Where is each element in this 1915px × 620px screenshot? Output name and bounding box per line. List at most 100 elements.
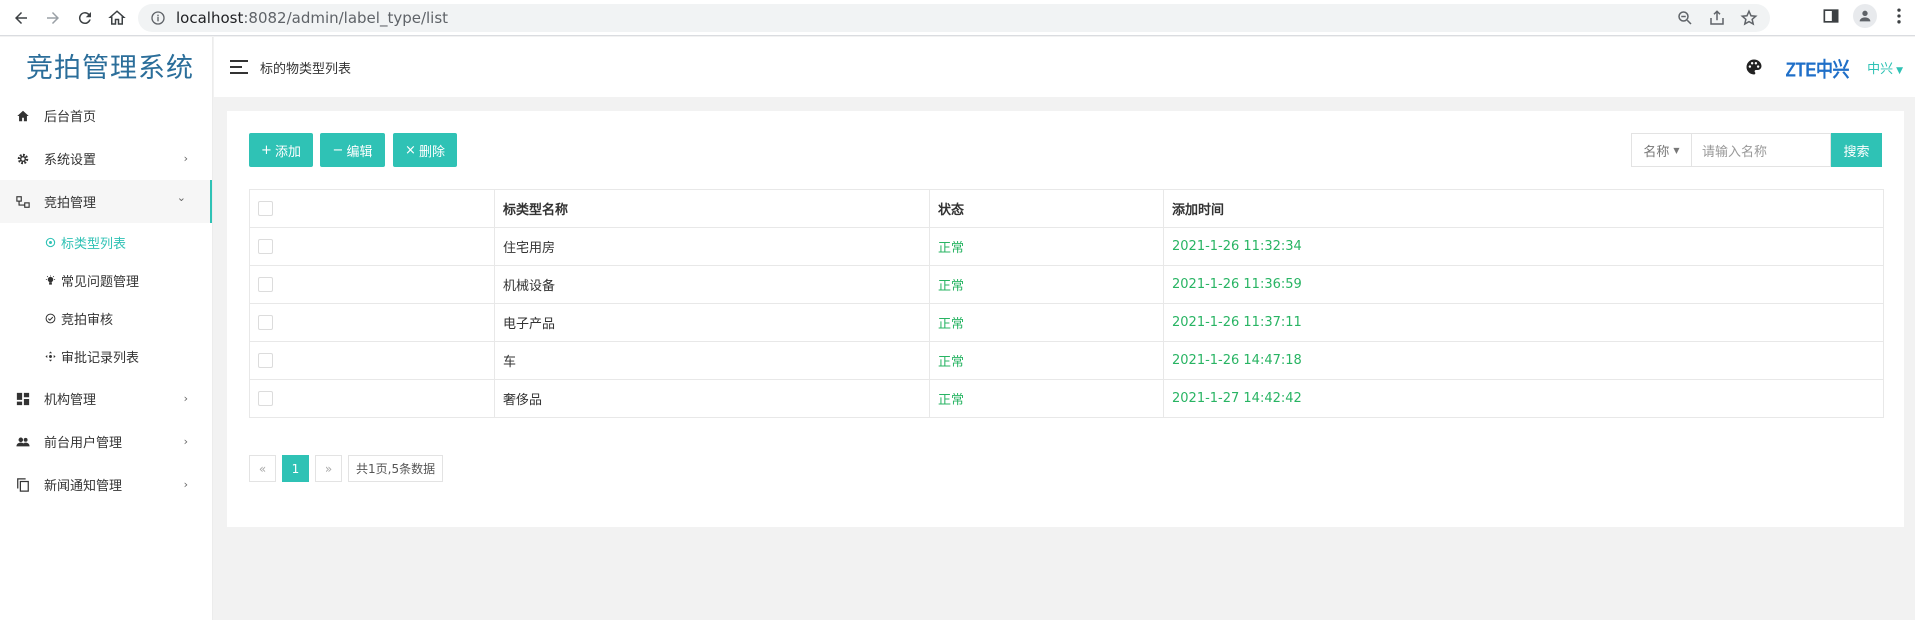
checkbox-cell: [249, 303, 495, 342]
users-icon: [16, 435, 30, 449]
column-header-name[interactable]: 标类型名称: [494, 189, 930, 228]
header-bar: 标的物类型列表 ZTE中兴 中兴 ▼: [214, 37, 1915, 97]
sidebar-subitem-label: 标类型列表: [61, 236, 127, 252]
zoom-icon[interactable]: [1676, 9, 1694, 27]
close-icon: ×: [405, 142, 416, 158]
sidebar-item-system-settings[interactable]: 系统设置 ›: [0, 137, 212, 180]
name-cell: 机械设备: [494, 265, 930, 304]
sidebar-subitem-label: 常见问题管理: [61, 274, 140, 290]
home-outline-icon: [108, 9, 126, 25]
sidebar-item-home[interactable]: 后台首页: [0, 94, 212, 137]
status-cell: 正常: [929, 265, 1164, 304]
chevron-right-icon: ›: [183, 152, 188, 165]
checkbox-cell: [249, 379, 495, 418]
search-input[interactable]: 请输入名称: [1691, 133, 1831, 167]
chevron-right-icon: ›: [183, 392, 188, 405]
app-logo[interactable]: 竞拍管理系统: [0, 37, 212, 94]
menu-toggle-icon[interactable]: [230, 60, 248, 74]
time-cell: 2021-1-26 11:36:59: [1163, 265, 1884, 304]
add-button[interactable]: + 添加: [249, 133, 313, 167]
checkbox-cell: [249, 265, 495, 304]
name-cell: 车: [494, 341, 930, 380]
star-icon[interactable]: [1740, 9, 1758, 27]
table-row[interactable]: 机械设备 正常 2021-1-26 11:36:59: [249, 265, 1884, 304]
search-field-select[interactable]: 名称 ▼: [1631, 133, 1691, 167]
sidebar-item-label: 前台用户管理: [44, 436, 123, 451]
back-button[interactable]: [6, 3, 36, 33]
time-cell: 2021-1-26 11:37:11: [1163, 303, 1884, 342]
column-header-time[interactable]: 添加时间: [1163, 189, 1884, 228]
chevron-right-icon: ›: [183, 478, 188, 491]
sidebar-subitem-auction-review[interactable]: 竞拍审核: [0, 299, 212, 337]
share-icon[interactable]: [1708, 9, 1726, 27]
row-checkbox[interactable]: [258, 391, 273, 406]
brand-logo: ZTE中兴: [1785, 58, 1850, 81]
search-button[interactable]: 搜索: [1831, 133, 1882, 167]
sidebar: 竞拍管理系统 后台首页 系统设置 › 竞拍管理 ⌄ 标类型列表 常见问题管理 竞…: [0, 37, 213, 620]
sidebar-subitem-label: 竞拍审核: [61, 312, 114, 328]
delete-button[interactable]: × 删除: [393, 133, 457, 167]
pagination: « 1 » 共1页,5条数据: [249, 455, 444, 482]
table-row[interactable]: 车 正常 2021-1-26 14:47:18: [249, 341, 1884, 380]
table-row[interactable]: 奢侈品 正常 2021-1-27 14:42:42: [249, 379, 1884, 418]
home-button[interactable]: [102, 3, 132, 33]
reload-icon: [78, 11, 91, 24]
page-button-current[interactable]: 1: [282, 455, 309, 482]
minus-icon: −: [332, 142, 344, 158]
sidebar-item-frontend-users[interactable]: 前台用户管理 ›: [0, 420, 212, 463]
chevron-right-icon: ›: [183, 435, 188, 448]
row-checkbox[interactable]: [258, 315, 273, 330]
select-all-cell: [249, 189, 495, 228]
sidebar-subitem-faq[interactable]: 常见问题管理: [0, 261, 212, 299]
address-bar[interactable]: localhost:8082/admin/label_type/list: [138, 4, 1770, 32]
row-checkbox[interactable]: [258, 239, 273, 254]
more-vert-icon[interactable]: [1889, 6, 1909, 26]
sidebar-subitem-approval-records[interactable]: 审批记录列表: [0, 337, 212, 375]
sidebar-subitem-label-type-list[interactable]: 标类型列表: [0, 223, 212, 261]
time-cell: 2021-1-26 11:32:34: [1163, 227, 1884, 266]
search-group: 名称 ▼ 请输入名称 搜索: [1631, 133, 1882, 167]
back-arrow-icon: [15, 11, 27, 24]
company-switcher[interactable]: 中兴 ▼: [1867, 58, 1903, 77]
edit-button[interactable]: − 编辑: [320, 133, 385, 167]
label-type-table: 标类型名称 状态 添加时间 住宅用房 正常 2021-1-26 11:32:34…: [249, 189, 1884, 418]
status-cell: 正常: [929, 379, 1164, 418]
sidebar-item-auction-management[interactable]: 竞拍管理 ⌄: [0, 180, 212, 223]
bulb-icon: [45, 274, 57, 286]
sidebar-item-label: 竞拍管理: [44, 196, 97, 211]
prev-page-button[interactable]: «: [249, 455, 276, 482]
url-path: :8082/admin/label_type/list: [243, 9, 449, 27]
row-checkbox[interactable]: [258, 353, 273, 368]
sidebar-item-organization[interactable]: 机构管理 ›: [0, 377, 212, 420]
table-header-row: 标类型名称 状态 添加时间: [249, 189, 1884, 228]
copy-icon: [16, 477, 30, 492]
time-cell: 2021-1-26 14:47:18: [1163, 341, 1884, 380]
reload-button[interactable]: [70, 3, 100, 33]
status-cell: 正常: [929, 303, 1164, 342]
sidebar-item-news-notices[interactable]: 新闻通知管理 ›: [0, 463, 212, 506]
sitemap-icon: [16, 195, 30, 209]
name-cell: 奢侈品: [494, 379, 930, 418]
table-row[interactable]: 电子产品 正常 2021-1-26 11:37:11: [249, 303, 1884, 342]
select-all-checkbox[interactable]: [258, 201, 273, 216]
sidebar-item-label: 系统设置: [44, 153, 97, 168]
plus-icon: +: [261, 142, 272, 158]
circle-dot-icon: [45, 236, 57, 248]
url-host: localhost: [176, 9, 244, 27]
profile-avatar[interactable]: [1853, 4, 1877, 28]
table-row[interactable]: 住宅用房 正常 2021-1-26 11:32:34: [249, 227, 1884, 266]
sidebar-item-label: 机构管理: [44, 393, 97, 408]
time-cell: 2021-1-27 14:42:42: [1163, 379, 1884, 418]
next-page-button[interactable]: »: [315, 455, 342, 482]
palette-icon[interactable]: [1745, 58, 1763, 76]
search-field-label: 名称: [1643, 144, 1670, 160]
chevron-down-icon: ⌄: [176, 191, 186, 204]
checkbox-cell: [249, 341, 495, 380]
column-header-status[interactable]: 状态: [929, 189, 1164, 228]
forward-button[interactable]: [38, 3, 68, 33]
name-cell: 电子产品: [494, 303, 930, 342]
row-checkbox[interactable]: [258, 277, 273, 292]
home-icon: [16, 109, 30, 123]
sidebar-item-label: 后台首页: [44, 110, 97, 125]
side-panel-icon[interactable]: [1821, 6, 1841, 26]
